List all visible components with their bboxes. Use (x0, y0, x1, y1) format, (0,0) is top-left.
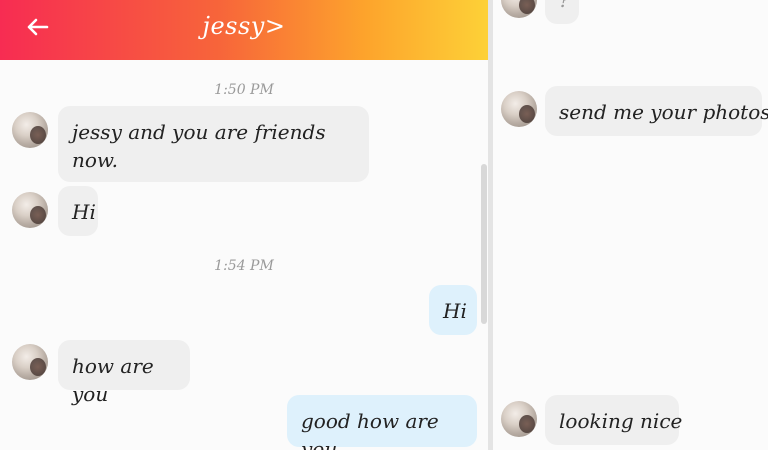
message-bubble-outgoing[interactable]: good how are you (287, 395, 477, 450)
chat-panel-right: ? send me your photos looking nice (493, 0, 768, 450)
scrollbar[interactable] (481, 164, 487, 324)
avatar[interactable] (12, 112, 48, 148)
avatar[interactable] (501, 0, 537, 18)
message-bubble-incoming[interactable]: jessy and you are friends now. (58, 106, 369, 182)
timestamp: 1:54 PM (214, 258, 274, 274)
timestamp: 1:50 PM (214, 82, 274, 98)
message-bubble-incoming[interactable]: ? (545, 0, 579, 24)
avatar[interactable] (12, 344, 48, 380)
message-bubble-incoming[interactable]: Hi (58, 186, 98, 236)
message-bubble-incoming[interactable]: send me your photos (545, 86, 768, 136)
chat-header: jessy> (0, 0, 488, 60)
avatar[interactable] (12, 192, 48, 228)
message-bubble-incoming[interactable]: looking nice (545, 395, 682, 445)
message-bubble-incoming[interactable]: how are you (58, 340, 190, 406)
chat-panel-left: jessy> 1:50 PM jessy and you are friends… (0, 0, 488, 450)
message-bubble-outgoing[interactable]: Hi (429, 285, 477, 335)
avatar[interactable] (501, 401, 537, 437)
avatar[interactable] (501, 91, 537, 127)
contact-name[interactable]: jessy> (0, 12, 488, 40)
